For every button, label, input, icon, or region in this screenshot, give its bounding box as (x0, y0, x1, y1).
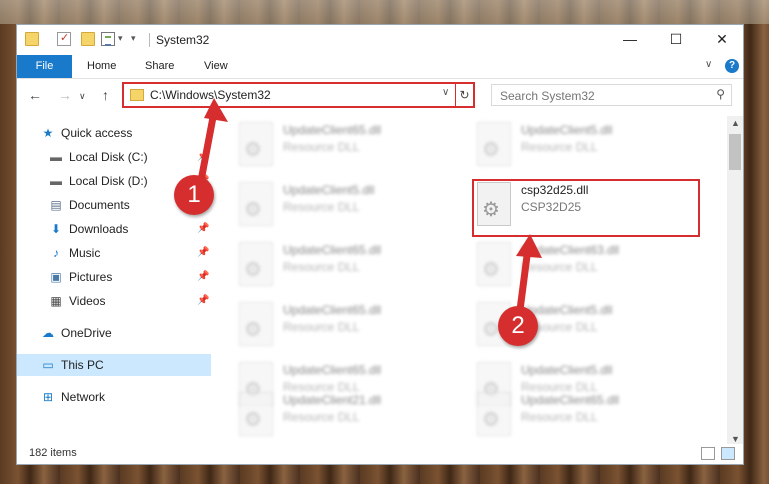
annotation-arrows (196, 98, 542, 314)
step-2-badge: 2 (498, 306, 538, 346)
step-1-badge: 1 (174, 175, 214, 215)
